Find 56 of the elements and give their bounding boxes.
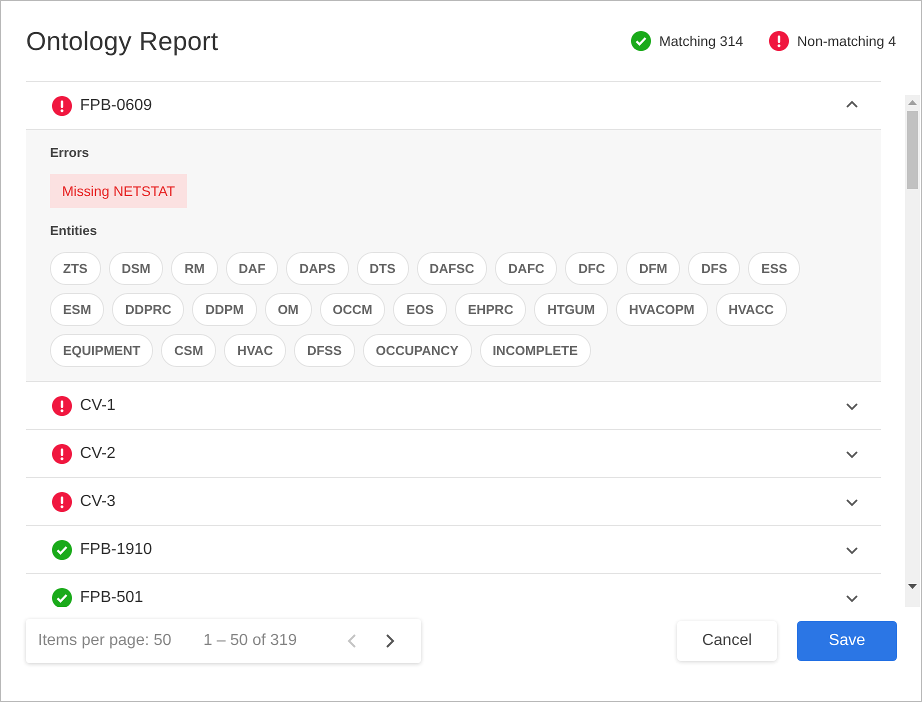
- entity-chip: ZTS: [50, 252, 101, 285]
- entity-chip: DAFC: [495, 252, 558, 285]
- cancel-button[interactable]: Cancel: [677, 621, 777, 661]
- entity-chip: EQUIPMENT: [50, 334, 154, 367]
- entity-chip: EHPRC: [454, 293, 526, 326]
- entity-chip: DTS: [356, 252, 409, 285]
- entity-chip: DAFSC: [416, 252, 488, 285]
- entity-chip: OM: [264, 293, 312, 326]
- error-tag: Missing NETSTAT: [50, 174, 188, 208]
- entity-chip: INCOMPLETE: [480, 334, 591, 367]
- summary-count: Non-matching 4: [797, 33, 896, 49]
- range-label: 1 – 50 of 319: [203, 632, 297, 650]
- entity-chip: EOS: [393, 293, 447, 326]
- scroll-down-icon[interactable]: [908, 584, 917, 590]
- dialog-title: Ontology Report: [26, 26, 220, 56]
- scrollbar[interactable]: [905, 95, 920, 607]
- entity-chip: DFS: [688, 252, 740, 285]
- items-per-page-label[interactable]: Items per page: 50: [38, 632, 172, 650]
- item-title[interactable]: CV-1: [80, 396, 833, 414]
- entity-chip: OCCUPANCY: [362, 334, 472, 367]
- item-title[interactable]: CV-3: [80, 492, 833, 510]
- entity-chip: DFM: [626, 252, 680, 285]
- section-label: Entities: [50, 223, 97, 238]
- entity-chip: DFC: [565, 252, 618, 285]
- entity-chip: ESM: [50, 293, 104, 326]
- alert-circle-icon: [52, 96, 72, 116]
- entity-chip: HTGUM: [534, 293, 608, 326]
- entity-chip: CSM: [161, 334, 216, 367]
- check-circle-icon: [52, 540, 72, 560]
- entity-chip: HVAC: [224, 334, 286, 367]
- entity-chip: OCCM: [320, 293, 386, 326]
- alert-circle-icon: [52, 492, 72, 512]
- item-title[interactable]: CV-2: [80, 444, 833, 462]
- summary-count: Matching 314: [659, 33, 744, 49]
- entity-chip: ESS: [748, 252, 800, 285]
- alert-circle-icon: [52, 444, 72, 464]
- entity-chip: HVACOPM: [616, 293, 708, 326]
- chevron-left-icon: [346, 633, 357, 649]
- entity-chip: HVACC: [716, 293, 787, 326]
- check-circle-icon: [631, 31, 652, 51]
- section-label: Errors: [50, 145, 90, 160]
- entity-chip: DSM: [108, 252, 164, 285]
- entity-chip: DDPM: [192, 293, 257, 326]
- item-title[interactable]: FPB-501: [80, 588, 833, 606]
- entity-chip: RM: [171, 252, 218, 285]
- entity-chip: DAF: [226, 252, 278, 285]
- item-title[interactable]: FPB-0609: [80, 96, 833, 114]
- save-button[interactable]: Save: [797, 621, 897, 661]
- alert-circle-icon: [52, 396, 72, 416]
- item-title[interactable]: FPB-1910: [80, 540, 833, 558]
- scrollbar-thumb[interactable]: [907, 111, 918, 189]
- chevron-right-icon: [384, 633, 395, 649]
- entity-chip: DFSS: [294, 334, 355, 367]
- entity-chip: DAPS: [286, 252, 349, 285]
- alert-circle-icon: [769, 31, 790, 51]
- entity-chip: DDPRC: [112, 293, 184, 326]
